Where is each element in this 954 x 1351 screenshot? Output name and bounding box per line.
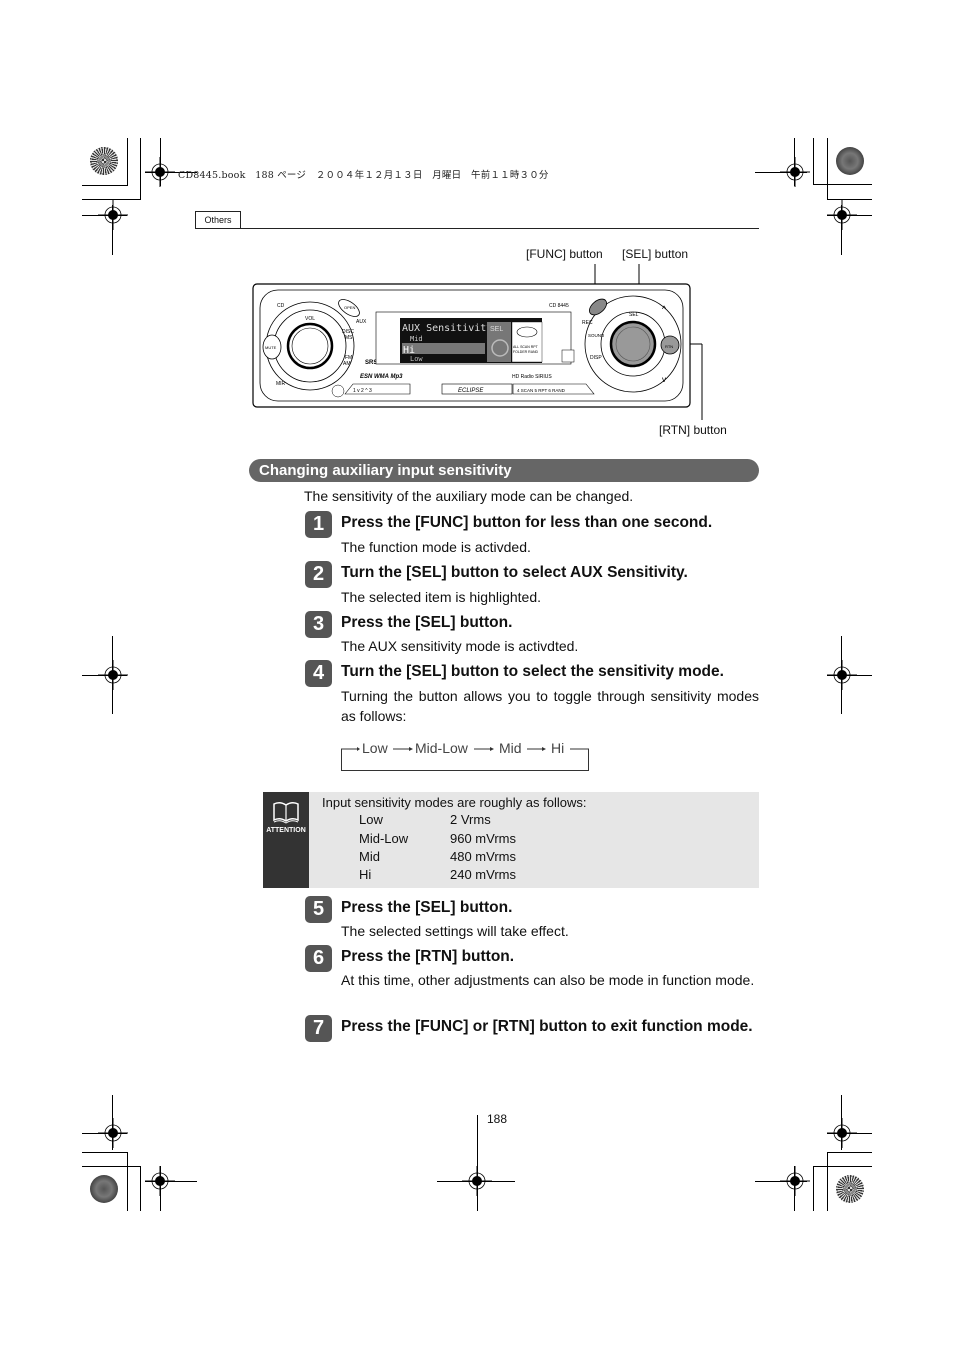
step-number: 1 [305,511,332,538]
step-title: Press the [FUNC] button for less than on… [341,514,713,531]
svg-text:4 SCAN 5 RPT 6 RAND: 4 SCAN 5 RPT 6 RAND [517,388,566,393]
step-title: Press the [RTN] button. [341,948,515,965]
book-icon [273,801,299,824]
step-desc: Turning the button allows you to toggle … [341,688,759,724]
color-rosette-icon [90,1175,118,1203]
section-tab: Others [195,211,241,229]
step-desc: At this time, other adjustments can also… [341,972,755,988]
svg-text:RTN: RTN [665,344,673,349]
svg-text:SOUND: SOUND [588,333,605,338]
header-rule [195,228,759,229]
step-desc: The function mode is activded. [341,539,531,555]
svg-text:ESN WMA Mp3: ESN WMA Mp3 [360,374,403,380]
svg-text:Low: Low [410,355,423,363]
step-number: 2 [305,561,332,588]
page-number: 188 [487,1112,508,1126]
color-rosette-icon [836,147,864,175]
step-desc: The selected settings will take effect. [341,923,569,939]
svg-text:MIR: MIR [276,381,286,387]
cycle-mode-hi: Hi [551,740,565,756]
svg-text:v: v [662,375,666,384]
step-title: Turn the [SEL] button to select AUX Sens… [341,564,688,581]
cycle-mode-mid: Mid [499,740,522,756]
mode-cycle-diagram: Low Mid-Low Mid Hi [341,738,589,771]
svg-text:CD: CD [277,303,285,309]
attention-value: 960 mVrms [450,831,516,846]
step-title: Turn the [SEL] button to select the sens… [341,663,724,680]
svg-text:AUX Sensitivity: AUX Sensitivity [402,323,492,334]
svg-text:ALL SCAN RPT: ALL SCAN RPT [513,345,539,349]
attention-box: ATTENTION Input sensitivity modes are ro… [263,792,759,888]
svg-text:SEL: SEL [629,312,639,318]
svg-text:1 v 2 ^ 3: 1 v 2 ^ 3 [353,388,372,394]
svg-text:MS: MS [345,335,353,341]
svg-text:SRS: SRS [365,360,377,366]
car-stereo-illustration: VOL MUTE CD MIR OPEN AUX DISC MS FM AM S… [252,264,703,420]
attention-mode: Mid [359,849,380,864]
svg-text:SEL: SEL [490,326,503,333]
step-desc: The AUX sensitivity mode is activdted. [341,638,579,654]
step-number: 7 [305,1015,332,1042]
step-title: Press the [SEL] button. [341,899,513,916]
print-header: CD8445.book 188 ページ ２００４年１２月１３日 月曜日 午前１１… [178,170,549,181]
svg-text:AUX: AUX [356,319,367,325]
attention-value: 480 mVrms [450,849,516,864]
attention-mode: Mid-Low [359,831,409,846]
callout-func: [FUNC] button [526,247,603,261]
svg-text:HD Radio SIRIUS: HD Radio SIRIUS [512,374,552,380]
svg-text:FOLDER RAND: FOLDER RAND [513,350,539,354]
step-number: 6 [305,945,332,972]
step-title: Press the [FUNC] or [RTN] button to exit… [341,1018,753,1035]
attention-label: ATTENTION [266,827,306,834]
color-rosette-icon [90,147,118,175]
svg-text:Mid: Mid [410,335,423,343]
cycle-mode-mid-low: Mid-Low [415,740,468,756]
attention-value: 2 Vrms [450,812,491,827]
svg-text:OPEN: OPEN [344,305,355,310]
step-title: Press the [SEL] button. [341,614,513,631]
svg-text:MUTE: MUTE [265,345,277,350]
step-number: 4 [305,660,332,687]
section-heading: Changing auxiliary input sensitivity [249,459,759,482]
svg-text:ECLIPSE: ECLIPSE [458,388,484,394]
step-desc: The selected item is highlighted. [341,589,541,605]
svg-text:CD 8445: CD 8445 [549,303,569,309]
attention-value: 240 mVrms [450,867,516,882]
attention-sidebar: ATTENTION [263,792,309,888]
attention-mode: Hi [359,867,372,882]
attention-mode: Low [359,812,383,827]
svg-text:DISP: DISP [590,355,602,361]
attention-intro: Input sensitivity modes are roughly as f… [322,795,587,810]
callout-sel: [SEL] button [622,247,689,261]
step-number: 5 [305,896,332,923]
svg-text:AM: AM [343,361,351,367]
svg-text:REC: REC [582,320,593,326]
cycle-mode-low: Low [362,740,388,756]
svg-text:VOL: VOL [305,316,315,322]
step-number: 3 [305,611,332,638]
section-intro: The sensitivity of the auxiliary mode ca… [304,488,634,504]
color-rosette-icon [836,1175,864,1203]
